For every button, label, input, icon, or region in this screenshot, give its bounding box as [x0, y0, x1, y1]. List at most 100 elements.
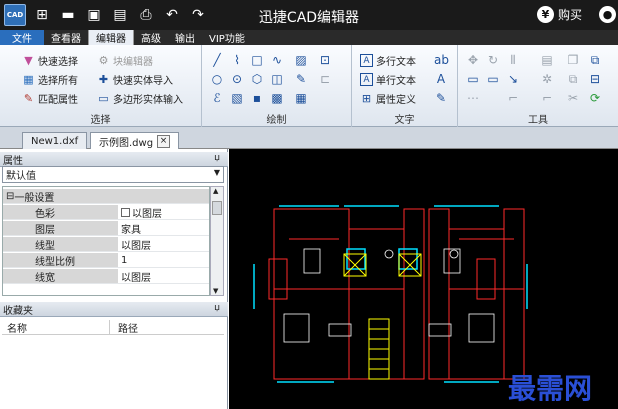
multiline-text-button[interactable]: A 多行文本 — [360, 53, 416, 68]
fillet-icon[interactable]: ⌐ — [540, 91, 554, 105]
scroll-thumb[interactable] — [212, 201, 222, 215]
collapse-icon[interactable]: ⊟ — [6, 191, 14, 202]
dimension-icon[interactable]: ⊏ — [318, 72, 332, 86]
polygon-icon: ▭ — [98, 92, 109, 105]
user-icon[interactable]: ● — [599, 6, 616, 23]
scale-icon[interactable]: ⧉ — [588, 53, 602, 67]
property-value[interactable]: 以图层 — [118, 205, 209, 220]
wipeout-icon[interactable]: ▩ — [270, 91, 284, 105]
open-folder-icon[interactable]: ▬ — [58, 5, 78, 25]
sofa-left — [328, 323, 352, 337]
property-value[interactable]: 以图层 — [118, 269, 209, 284]
property-row[interactable]: 线型比例 1 — [3, 253, 209, 268]
stretch-icon[interactable]: ▭ — [466, 72, 480, 86]
text-find-icon[interactable]: ✎ — [434, 91, 448, 105]
fixture-right — [449, 249, 459, 259]
refresh-icon[interactable]: ⟳ — [588, 91, 602, 105]
ellipse-icon[interactable]: ⊙ — [230, 72, 244, 86]
property-row[interactable]: 色彩 以图层 — [3, 205, 209, 220]
tab-vip[interactable]: VIP功能 — [202, 30, 252, 45]
quick-entity-import-button[interactable]: ✚ 快速实体导入 — [97, 72, 173, 87]
floor-plan-stair — [343, 253, 422, 380]
single-line-text-button[interactable]: A 单行文本 — [360, 72, 416, 87]
save-as-icon[interactable]: ▤ — [110, 5, 130, 25]
pin-icon[interactable]: џ — [214, 303, 220, 313]
close-icon[interactable]: × — [157, 134, 171, 148]
polyline-icon[interactable]: ⌇ — [230, 53, 244, 67]
polygon-entity-import-button[interactable]: ▭ 多边形实体输入 — [97, 91, 183, 106]
print-icon[interactable]: ⎙ — [136, 5, 156, 25]
select-all-button[interactable]: ▦ 选择所有 — [22, 72, 78, 87]
quick-select-button[interactable]: ▼ 快速选择 — [22, 53, 78, 68]
circle-icon[interactable]: ○ — [210, 72, 224, 86]
tab-file[interactable]: 文件 — [0, 30, 44, 45]
property-value[interactable]: 家具 — [118, 221, 209, 236]
drawing-canvas[interactable]: 最需网 — [229, 149, 618, 409]
property-name: 线型比例 — [3, 253, 118, 268]
undo-icon[interactable]: ↶ — [162, 5, 182, 25]
polygon-entity-import-label: 多边形实体输入 — [113, 95, 183, 106]
attribute-definition-button[interactable]: ⊞ 属性定义 — [360, 91, 416, 106]
array-icon[interactable]: ▤ — [540, 53, 554, 67]
column-header-path[interactable]: 路径 — [110, 320, 138, 335]
image-icon[interactable]: ◫ — [270, 72, 284, 86]
hatch-icon[interactable]: ▨ — [294, 53, 308, 67]
pen-icon[interactable]: ✎ — [294, 72, 308, 86]
doc-tab-label: New1.dxf — [31, 135, 79, 147]
polygon-draw-icon[interactable]: ⬡ — [250, 72, 264, 86]
trim-icon[interactable]: ▭ — [486, 72, 500, 86]
column-header-name[interactable]: 名称 — [2, 320, 110, 335]
text-style-icon[interactable]: ab — [434, 53, 449, 67]
break-icon[interactable]: ⋯ — [466, 91, 480, 105]
new-icon[interactable]: ⊞ — [32, 5, 52, 25]
offset-icon[interactable]: ⧉ — [566, 72, 580, 86]
join-icon[interactable]: ⊟ — [588, 72, 602, 86]
match-properties-button[interactable]: ✎ 匹配属性 — [22, 91, 78, 106]
explode-icon[interactable]: ✲ — [540, 72, 554, 86]
table-icon[interactable]: ▦ — [294, 91, 308, 105]
scroll-down-icon[interactable]: ▼ — [213, 287, 218, 295]
text-a-icon: A — [360, 54, 373, 67]
scroll-up-icon[interactable]: ▲ — [213, 187, 218, 195]
doc-tab-sample[interactable]: 示例图.dwg × — [90, 132, 180, 149]
copy-icon[interactable]: ❐ — [566, 53, 580, 67]
property-scrollbar[interactable]: ▲ ▼ — [210, 186, 224, 296]
line-icon[interactable]: ╱ — [210, 53, 224, 67]
tab-editor[interactable]: 编辑器 — [88, 30, 134, 45]
property-row[interactable]: 图层 家具 — [3, 221, 209, 236]
block-editor-button[interactable]: ⚙ 块编辑器 — [97, 53, 153, 68]
balcony-center — [398, 248, 418, 270]
mirror-icon[interactable]: ⫴ — [506, 53, 520, 67]
quick-select-label: 快速选择 — [38, 57, 78, 68]
save-icon[interactable]: ▣ — [84, 5, 104, 25]
wall-core-left — [403, 208, 425, 380]
chamfer-icon[interactable]: ⌐ — [506, 91, 520, 105]
doc-tab-new1[interactable]: New1.dxf — [22, 132, 88, 149]
property-name: 线型 — [3, 237, 118, 252]
move-icon[interactable]: ✥ — [466, 53, 480, 67]
point-icon[interactable]: ▪ — [250, 91, 264, 105]
text-edit-icon[interactable]: A — [434, 72, 448, 86]
buy-button[interactable]: ¥ 购买 — [536, 6, 582, 23]
tab-advanced[interactable]: 高级 — [134, 30, 168, 45]
property-row[interactable]: 线型 以图层 — [3, 237, 209, 252]
property-group-row[interactable]: ⊟ 一般设置 — [3, 189, 209, 204]
property-row[interactable]: 线宽 以图层 — [3, 269, 209, 284]
ribbon-group-text: A 多行文本 A 单行文本 ⊞ 属性定义 ab A ✎ 文字 — [352, 45, 458, 127]
redo-icon[interactable]: ↷ — [188, 5, 208, 25]
block-insert-icon[interactable]: ⊡ — [318, 53, 332, 67]
rotate-icon[interactable]: ↻ — [486, 53, 500, 67]
region-icon[interactable]: ▧ — [230, 91, 244, 105]
tab-viewer[interactable]: 查看器 — [44, 30, 88, 45]
property-value[interactable]: 以图层 — [118, 237, 209, 252]
ribbon-group-tools: ✥ ↻ ⫴ ▤ ❐ ⧉ ▭ ▭ ↘ ✲ ⧉ ⊟ ⋯ ⌐ ⌐ ✂ ⟳ 工具 — [458, 45, 618, 127]
property-filter-select[interactable]: 默认值 ▼ — [2, 166, 224, 183]
tab-output[interactable]: 输出 — [168, 30, 202, 45]
revision-cloud-icon[interactable]: ℰ — [210, 91, 224, 105]
property-value[interactable]: 1 — [118, 253, 209, 267]
erase-icon[interactable]: ✂ — [566, 91, 580, 105]
extend-icon[interactable]: ↘ — [506, 72, 520, 86]
pin-icon[interactable]: џ — [214, 153, 220, 163]
spline-icon[interactable]: ∿ — [270, 53, 284, 67]
rectangle-icon[interactable]: □ — [250, 53, 264, 67]
